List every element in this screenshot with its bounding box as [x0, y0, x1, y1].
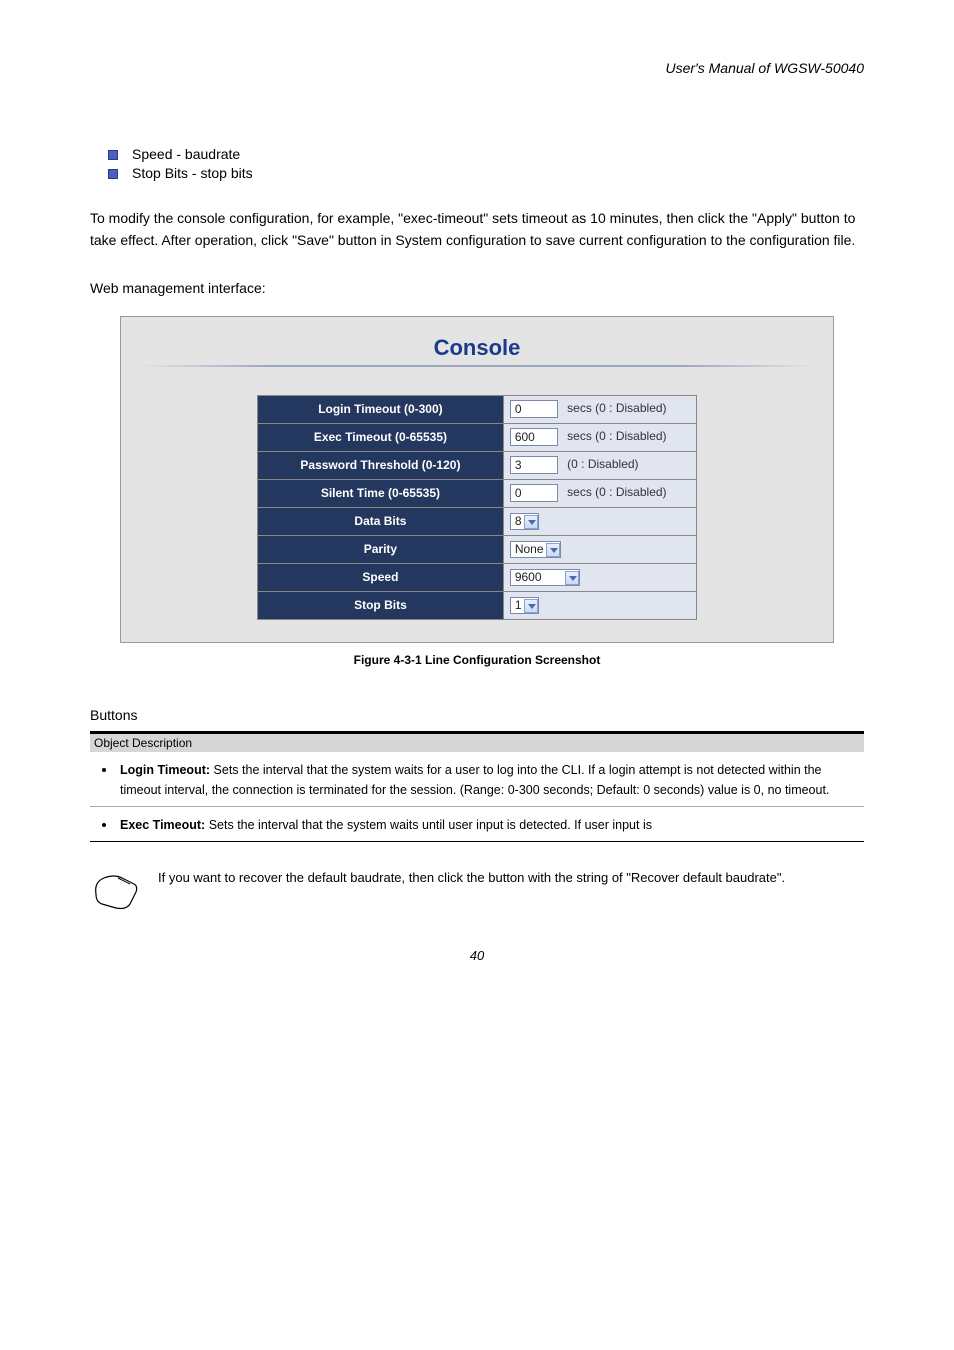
panel-rule — [139, 365, 815, 367]
intro-paragraph: To modify the console configuration, for… — [90, 207, 864, 252]
row-data-bits: Data Bits 8 — [258, 507, 697, 535]
tip-text: If you want to recover the default baudr… — [158, 868, 864, 889]
speed-label: Speed — [258, 563, 504, 591]
square-bullet-icon — [108, 150, 118, 160]
row-stop-bits: Stop Bits 1 — [258, 591, 697, 619]
chevron-down-icon — [565, 571, 579, 585]
disc-bullet-icon — [102, 823, 106, 827]
pw-threshold-input[interactable]: 3 — [510, 456, 558, 474]
page-number: 40 — [90, 948, 864, 963]
button-desc-login-timeout: Login Timeout: Sets the interval that th… — [90, 752, 864, 807]
silent-time-suffix: secs (0 : Disabled) — [567, 485, 666, 499]
row-login-timeout: Login Timeout (0-300) 0 secs (0 : Disabl… — [258, 395, 697, 423]
panel-title: Console — [139, 335, 815, 361]
chevron-down-icon — [524, 599, 538, 613]
login-timeout-input[interactable]: 0 — [510, 400, 558, 418]
pw-threshold-suffix: (0 : Disabled) — [567, 457, 638, 471]
stop-bits-label: Stop Bits — [258, 591, 504, 619]
stop-bits-select[interactable]: 1 — [510, 597, 539, 614]
disc-bullet-icon — [102, 768, 106, 772]
manual-title: User's Manual of WGSW-50040 — [90, 60, 864, 76]
btn-item-body-text: Sets the interval that the system waits … — [120, 763, 829, 797]
row-password-threshold: Password Threshold (0-120) 3 (0 : Disabl… — [258, 451, 697, 479]
exec-timeout-suffix: secs (0 : Disabled) — [567, 429, 666, 443]
buttons-description-box: Object Description Login Timeout: Sets t… — [90, 731, 864, 842]
exec-timeout-input[interactable]: 600 — [510, 428, 558, 446]
square-bullet-icon — [108, 169, 118, 179]
console-panel-figure: Console Login Timeout (0-300) 0 secs (0 … — [120, 316, 834, 643]
bullet-speed: Speed - baudrate — [108, 146, 864, 162]
row-exec-timeout: Exec Timeout (0-65535) 600 secs (0 : Dis… — [258, 423, 697, 451]
speed-select[interactable]: 9600 — [510, 569, 580, 586]
web-interface-line: Web management interface: — [90, 280, 864, 296]
btn-item-lead: Login Timeout: — [120, 763, 210, 777]
login-timeout-suffix: secs (0 : Disabled) — [567, 401, 666, 415]
data-bits-select[interactable]: 8 — [510, 513, 539, 530]
figure-caption: Figure 4-3-1 Line Configuration Screensh… — [90, 653, 864, 667]
pointing-hand-icon — [90, 864, 140, 914]
btn-item-body-text: Sets the interval that the system waits … — [209, 818, 652, 832]
buttons-header-row: Object Description — [90, 734, 864, 752]
exec-timeout-label: Exec Timeout (0-65535) — [258, 423, 504, 451]
data-bits-label: Data Bits — [258, 507, 504, 535]
row-speed: Speed 9600 — [258, 563, 697, 591]
login-timeout-label: Login Timeout (0-300) — [258, 395, 504, 423]
bullet-stopbits-text: Stop Bits - stop bits — [132, 165, 864, 181]
bullet-stopbits: Stop Bits - stop bits — [108, 165, 864, 181]
row-parity: Parity None — [258, 535, 697, 563]
parity-select[interactable]: None — [510, 541, 561, 558]
button-desc-exec-timeout: Exec Timeout: Sets the interval that the… — [90, 807, 864, 841]
chevron-down-icon — [524, 515, 538, 529]
console-config-table: Login Timeout (0-300) 0 secs (0 : Disabl… — [257, 395, 697, 620]
bullet-speed-text: Speed - baudrate — [132, 146, 864, 162]
parity-label: Parity — [258, 535, 504, 563]
chevron-down-icon — [546, 543, 560, 557]
pw-threshold-label: Password Threshold (0-120) — [258, 451, 504, 479]
buttons-heading: Buttons — [90, 707, 864, 723]
silent-time-label: Silent Time (0-65535) — [258, 479, 504, 507]
silent-time-input[interactable]: 0 — [510, 484, 558, 502]
tip-block: If you want to recover the default baudr… — [90, 864, 864, 914]
row-silent-time: Silent Time (0-65535) 0 secs (0 : Disabl… — [258, 479, 697, 507]
btn-item-lead: Exec Timeout: — [120, 818, 205, 832]
